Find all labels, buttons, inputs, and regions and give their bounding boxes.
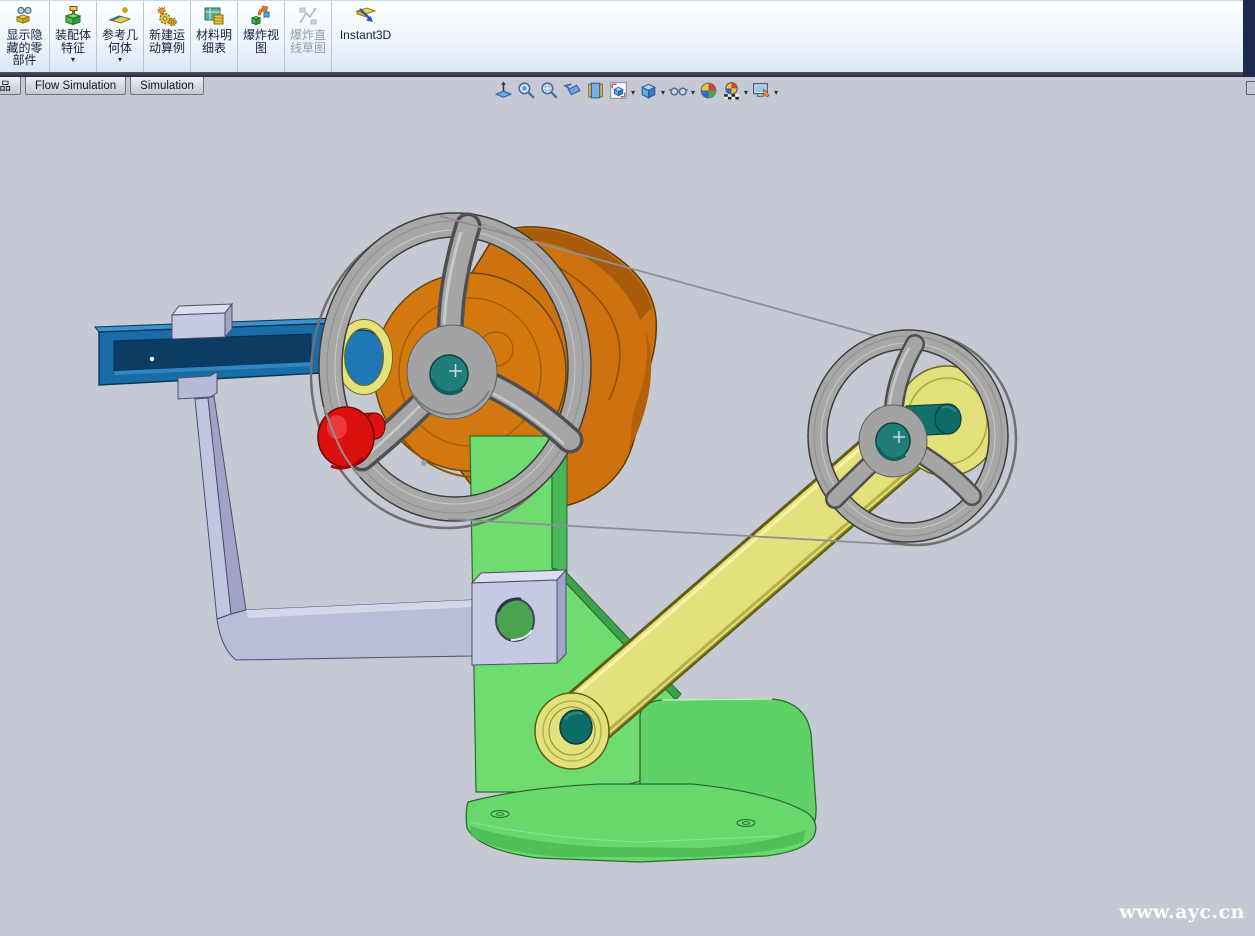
tab-flow-simulation[interactable]: Flow Simulation bbox=[25, 76, 126, 95]
rod-end-block-side bbox=[557, 570, 566, 663]
frame-bar-pin-hole bbox=[150, 357, 155, 362]
previous-view-icon[interactable] bbox=[562, 80, 583, 101]
command-manager-tabs: 产品 Flow Simulation Simulation bbox=[0, 76, 208, 95]
apply-scene-caret-icon[interactable]: ▾ bbox=[744, 88, 748, 97]
tab-simulation[interactable]: Simulation bbox=[130, 76, 204, 95]
viewport-corner-stub[interactable] bbox=[1246, 81, 1255, 95]
exploded-view-button[interactable]: 爆炸视 图 bbox=[237, 1, 284, 73]
hide-show-items-icon[interactable] bbox=[668, 80, 689, 101]
reference-geometry-button[interactable]: 参考几 何体 ▾ bbox=[96, 1, 143, 73]
button-label: 爆炸直 线草图 bbox=[290, 29, 326, 54]
viewport-canvas[interactable] bbox=[0, 0, 1255, 936]
bill-of-materials-button[interactable]: 材料明 细表 bbox=[190, 1, 237, 73]
zoom-to-area-icon[interactable] bbox=[539, 80, 560, 101]
heads-up-view-toolbar: ▾ ▾ ▾ ▾ ▾ bbox=[493, 79, 779, 101]
explode-line-sketch-button[interactable]: 爆炸直 线草图 bbox=[284, 1, 331, 73]
new-motion-study-button[interactable]: 新建运 动算例 bbox=[143, 1, 190, 73]
display-style-icon[interactable] bbox=[638, 80, 659, 101]
dropdown-caret-icon[interactable]: ▾ bbox=[118, 56, 122, 64]
tab-product[interactable]: 产品 bbox=[0, 76, 21, 95]
axle-end bbox=[935, 404, 961, 434]
origin-point bbox=[421, 460, 427, 466]
apply-scene-icon[interactable] bbox=[721, 80, 742, 101]
assembly-features-button[interactable]: 装配体 特征 ▾ bbox=[49, 1, 96, 73]
tab-label: Flow Simulation bbox=[35, 80, 116, 92]
view-orientation-caret-icon[interactable]: ▾ bbox=[631, 88, 635, 97]
section-view-icon[interactable] bbox=[585, 80, 606, 101]
reference-geometry-icon bbox=[108, 4, 132, 28]
show-hide-components-button[interactable]: 显示隐 藏的零 部件 bbox=[0, 1, 49, 73]
view-settings-caret-icon[interactable]: ▾ bbox=[774, 88, 778, 97]
base-wall-top-edge bbox=[662, 699, 772, 700]
exploded-view-icon bbox=[249, 4, 273, 28]
button-label: 装配体 特征 bbox=[55, 29, 91, 54]
edit-appearance-icon[interactable] bbox=[698, 80, 719, 101]
tab-label: 产品 bbox=[0, 78, 11, 94]
view-settings-icon[interactable] bbox=[751, 80, 772, 101]
explode-line-sketch-icon bbox=[296, 4, 320, 28]
instant3d-icon bbox=[354, 4, 378, 28]
hide-show-items-caret-icon[interactable]: ▾ bbox=[691, 88, 695, 97]
assembly-features-icon bbox=[61, 4, 85, 28]
zoom-to-fit-icon[interactable] bbox=[516, 80, 537, 101]
button-label: 材料明 细表 bbox=[196, 29, 232, 54]
button-label: 显示隐 藏的零 部件 bbox=[6, 29, 42, 67]
view-orientation-icon[interactable] bbox=[608, 80, 629, 101]
rod-top-block-front bbox=[172, 313, 225, 339]
button-label: 爆炸视 图 bbox=[243, 29, 279, 54]
pivot-pin bbox=[560, 710, 592, 744]
instant3d-button[interactable]: Instant3D bbox=[331, 1, 399, 73]
normal-to-icon[interactable] bbox=[493, 80, 514, 101]
command-manager-ribbon: 显示隐 藏的零 部件 装配体 特征 ▾ 参考几 何体 ▾ bbox=[0, 0, 1255, 73]
button-label: 新建运 动算例 bbox=[149, 29, 185, 54]
dropdown-caret-icon[interactable]: ▾ bbox=[71, 56, 75, 64]
show-hide-components-icon bbox=[13, 4, 37, 28]
button-label: Instant3D bbox=[340, 29, 391, 42]
button-label: 参考几 何体 bbox=[102, 29, 138, 54]
display-style-caret-icon[interactable]: ▾ bbox=[661, 88, 665, 97]
knob-highlight bbox=[327, 415, 347, 439]
bill-of-materials-icon bbox=[202, 4, 226, 28]
new-motion-study-icon bbox=[155, 4, 179, 28]
watermark: www.ayc.cn bbox=[1119, 901, 1245, 923]
tab-label: Simulation bbox=[140, 80, 194, 92]
ribbon-corner-strip bbox=[1243, 0, 1255, 77]
ribbon-bottom-band bbox=[0, 72, 1255, 77]
